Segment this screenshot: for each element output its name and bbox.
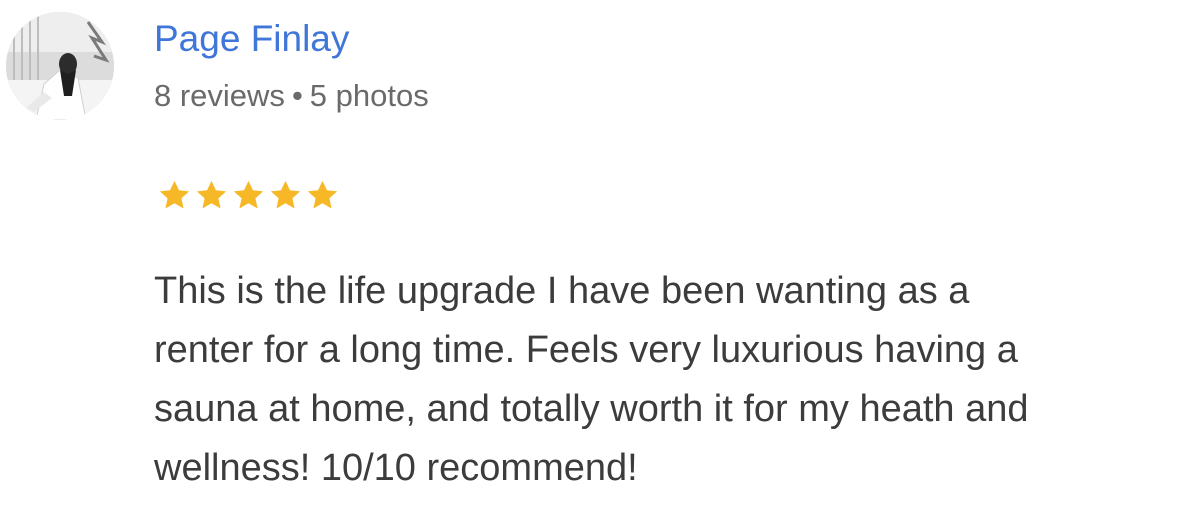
avatar-photo [6, 12, 114, 120]
meta-separator: • [291, 78, 303, 113]
star-rating [156, 177, 341, 217]
star-icon [193, 177, 230, 214]
star-icon [267, 177, 304, 214]
reviewer-stats: 8 reviews • 5 photos [154, 77, 429, 115]
star-icon [156, 177, 193, 214]
star-icon [230, 177, 267, 214]
photos-count: 5 photos [309, 78, 429, 113]
reviewer-avatar[interactable] [6, 12, 114, 120]
star-icon [304, 177, 341, 214]
review-card: Page Finlay 8 reviews • 5 photos This is t… [0, 0, 1194, 510]
reviewer-name[interactable]: Page Finlay [154, 17, 349, 61]
reviews-count: 8 reviews [154, 78, 285, 113]
review-text: This is the life upgrade I have been wan… [154, 270, 1029, 489]
